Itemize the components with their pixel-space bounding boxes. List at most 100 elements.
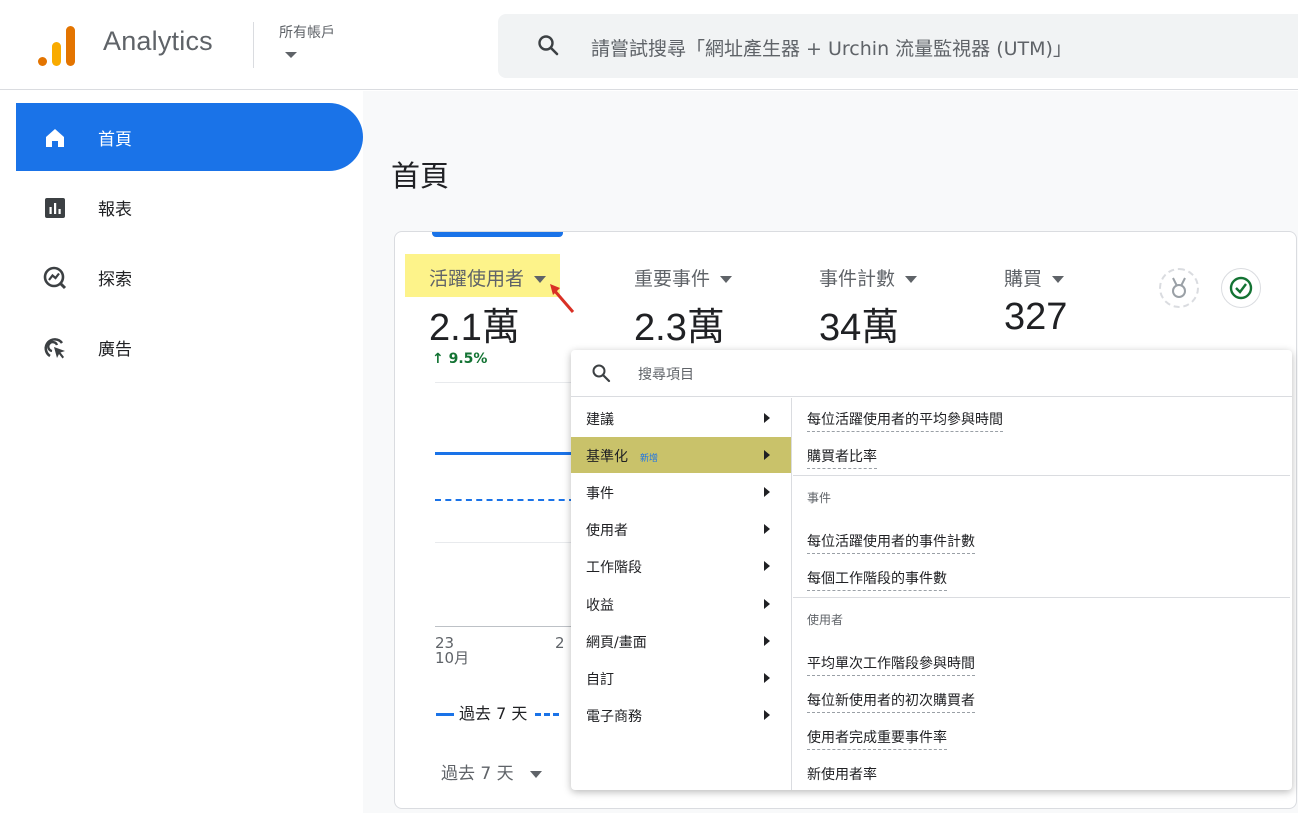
x-axis <box>435 626 575 627</box>
top-header: Analytics 所有帳戶 請嘗試搜尋「網址產生器 + Urchin 流量監視… <box>0 0 1298 90</box>
bar-chart-icon <box>45 198 65 218</box>
metric-active-users[interactable]: 活躍使用者 2.1萬 <box>405 254 561 349</box>
search-icon <box>538 35 559 56</box>
legend-swatch <box>535 713 560 716</box>
legend-label: 過去 7 天 <box>459 704 528 723</box>
chevron-right-icon <box>764 487 770 497</box>
chevron-down-icon <box>529 770 542 778</box>
check-circle-icon[interactable] <box>1221 268 1261 308</box>
metric-selector[interactable]: 購買 <box>980 254 1076 297</box>
metric-selector[interactable]: 活躍使用者 <box>405 254 561 297</box>
chevron-right-icon <box>764 561 770 571</box>
metric-value: 327 <box>1004 296 1068 338</box>
active-tab-indicator <box>432 232 563 237</box>
date-range-label: 過去 7 天 <box>441 764 514 784</box>
chevron-down-icon <box>1052 276 1065 283</box>
chevron-right-icon <box>764 636 770 646</box>
series-line-previous <box>435 499 575 501</box>
explore-icon <box>43 266 67 290</box>
chevron-down-icon <box>285 52 297 58</box>
grid-line <box>435 542 575 543</box>
menu-option[interactable]: 購買者比率 <box>807 446 877 469</box>
sidebar-item-explore[interactable]: 探索 <box>16 243 363 311</box>
menu-search[interactable]: 搜尋項目 <box>571 350 1292 397</box>
metric-value: 2.1萬 <box>429 307 520 349</box>
metric-key-events[interactable]: 重要事件 2.3萬 <box>610 254 744 349</box>
menu-option[interactable]: 新使用者率 <box>807 764 877 786</box>
menu-category-users[interactable]: 使用者 <box>571 511 791 547</box>
annotation-arrow-icon <box>550 284 575 313</box>
sidebar-item-label: 首頁 <box>98 130 132 150</box>
menu-group-header: 使用者 <box>807 613 844 627</box>
chevron-right-icon <box>764 599 770 609</box>
menu-category-recommended[interactable]: 建議 <box>571 400 791 436</box>
date-range-select[interactable]: 過去 7 天 <box>441 759 542 784</box>
menu-option[interactable]: 平均單次工作階段參與時間 <box>807 653 975 676</box>
page-title: 首頁 <box>391 159 450 193</box>
app-title[interactable]: Analytics <box>103 26 213 57</box>
analytics-logo-icon[interactable] <box>38 24 76 66</box>
ads-cursor-icon <box>44 338 65 359</box>
menu-category-label: 基準化 <box>586 449 628 465</box>
metric-picker-menu: 搜尋項目 建議 基準化 新增 事件 使用者 工作階段 收益 網頁/畫面 自訂 電… <box>571 350 1292 790</box>
menu-category-revenue[interactable]: 收益 <box>571 586 791 622</box>
medal-icon[interactable] <box>1159 268 1199 308</box>
menu-category-label: 事件 <box>586 486 614 502</box>
search-bar[interactable]: 請嘗試搜尋「網址產生器 + Urchin 流量監視器 (UTM)」 <box>498 14 1298 78</box>
menu-option[interactable]: 每位活躍使用者的事件計數 <box>807 531 975 554</box>
menu-category-benchmark[interactable]: 基準化 新增 <box>571 437 791 473</box>
chevron-right-icon <box>764 450 770 460</box>
account-label: 所有帳戶 <box>279 25 335 41</box>
metric-label: 重要事件 <box>634 268 711 290</box>
sidebar-item-home[interactable]: 首頁 <box>16 103 363 171</box>
new-badge: 新增 <box>640 454 659 464</box>
home-icon <box>46 129 64 147</box>
account-selector[interactable]: 所有帳戶 <box>279 22 335 58</box>
menu-category-label: 自訂 <box>586 672 614 688</box>
menu-category-label: 收益 <box>586 598 614 614</box>
menu-category-label: 建議 <box>586 412 614 428</box>
menu-divider <box>793 597 1290 598</box>
search-input[interactable]: 請嘗試搜尋「網址產生器 + Urchin 流量監視器 (UTM)」 <box>591 34 1072 61</box>
menu-category-label: 使用者 <box>586 523 628 539</box>
sidebar-item-ads[interactable]: 廣告 <box>16 313 363 381</box>
menu-option[interactable]: 每位新使用者的初次購買者 <box>807 690 975 713</box>
trend-chart: 23 10月 2 <box>435 382 575 666</box>
chevron-right-icon <box>764 413 770 423</box>
sidebar-item-label: 廣告 <box>98 340 132 360</box>
menu-category-label: 網頁/畫面 <box>586 635 647 651</box>
menu-category-sessions[interactable]: 工作階段 <box>571 548 791 584</box>
x-tick-label: 10月 <box>435 649 470 667</box>
menu-category-ecommerce[interactable]: 電子商務 <box>571 697 791 733</box>
menu-category-events[interactable]: 事件 <box>571 474 791 510</box>
grid-line <box>435 382 575 383</box>
metric-purchases[interactable]: 購買 327 <box>980 254 1076 338</box>
sidebar-item-reports[interactable]: 報表 <box>16 173 363 241</box>
change-indicator: ↑ 9.5% <box>432 351 488 367</box>
sidebar-item-label: 探索 <box>98 270 132 290</box>
chevron-down-icon <box>720 276 733 283</box>
chevron-right-icon <box>764 524 770 534</box>
menu-option[interactable]: 使用者完成重要事件率 <box>807 727 947 750</box>
menu-group-header: 事件 <box>807 491 832 505</box>
menu-option[interactable]: 每個工作階段的事件數 <box>807 568 947 591</box>
menu-category-label: 工作階段 <box>586 560 642 576</box>
chevron-right-icon <box>764 710 770 720</box>
menu-search-input[interactable]: 搜尋項目 <box>638 364 694 384</box>
menu-category-pages[interactable]: 網頁/畫面 <box>571 623 791 659</box>
metric-selector[interactable]: 重要事件 <box>610 254 744 297</box>
chevron-right-icon <box>764 673 770 683</box>
metric-selector[interactable]: 事件計數 <box>795 254 929 297</box>
menu-category-label-wrap: 基準化 新增 <box>586 446 658 466</box>
metric-label: 活躍使用者 <box>429 268 525 290</box>
metric-event-count[interactable]: 事件計數 34萬 <box>795 254 929 349</box>
metric-value: 34萬 <box>819 307 900 349</box>
menu-options: 每位活躍使用者的平均參與時間 購買者比率 事件 每位活躍使用者的事件計數 每個工… <box>793 398 1292 790</box>
x-tick-label: 2 <box>555 634 565 652</box>
metric-label: 事件計數 <box>819 268 896 290</box>
legend-swatch <box>436 713 454 716</box>
header-divider <box>253 22 254 68</box>
menu-category-custom[interactable]: 自訂 <box>571 660 791 696</box>
search-icon <box>592 364 611 383</box>
menu-option[interactable]: 每位活躍使用者的平均參與時間 <box>807 409 1003 432</box>
